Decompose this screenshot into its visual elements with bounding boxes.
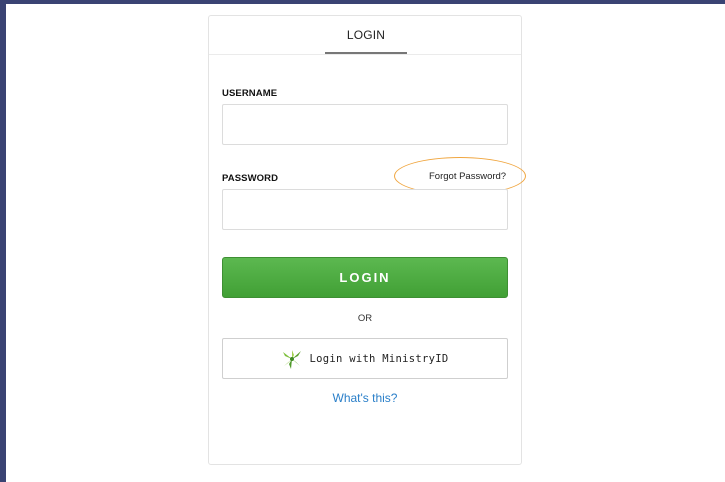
username-label: USERNAME [222, 88, 278, 99]
login-with-ministryid-button[interactable]: Login with MinistryID [222, 338, 508, 379]
window-frame-left [0, 0, 6, 482]
password-label: PASSWORD [222, 173, 279, 184]
password-input[interactable] [222, 189, 508, 230]
login-button[interactable]: LOGIN [222, 257, 508, 298]
username-input[interactable] [222, 104, 508, 145]
login-card: LOGIN USERNAME PASSWORD Forgot Password?… [208, 15, 526, 465]
window-frame-top [0, 0, 725, 4]
card-header: LOGIN [209, 16, 521, 55]
ministryid-logo-icon [281, 348, 303, 370]
whats-this-link[interactable]: What's this? [209, 391, 521, 405]
or-divider-text: OR [357, 313, 373, 324]
ministryid-button-label: Login with MinistryID [309, 352, 449, 365]
tab-login[interactable]: LOGIN [325, 16, 407, 54]
forgot-password-link[interactable]: Forgot Password? [429, 171, 506, 182]
